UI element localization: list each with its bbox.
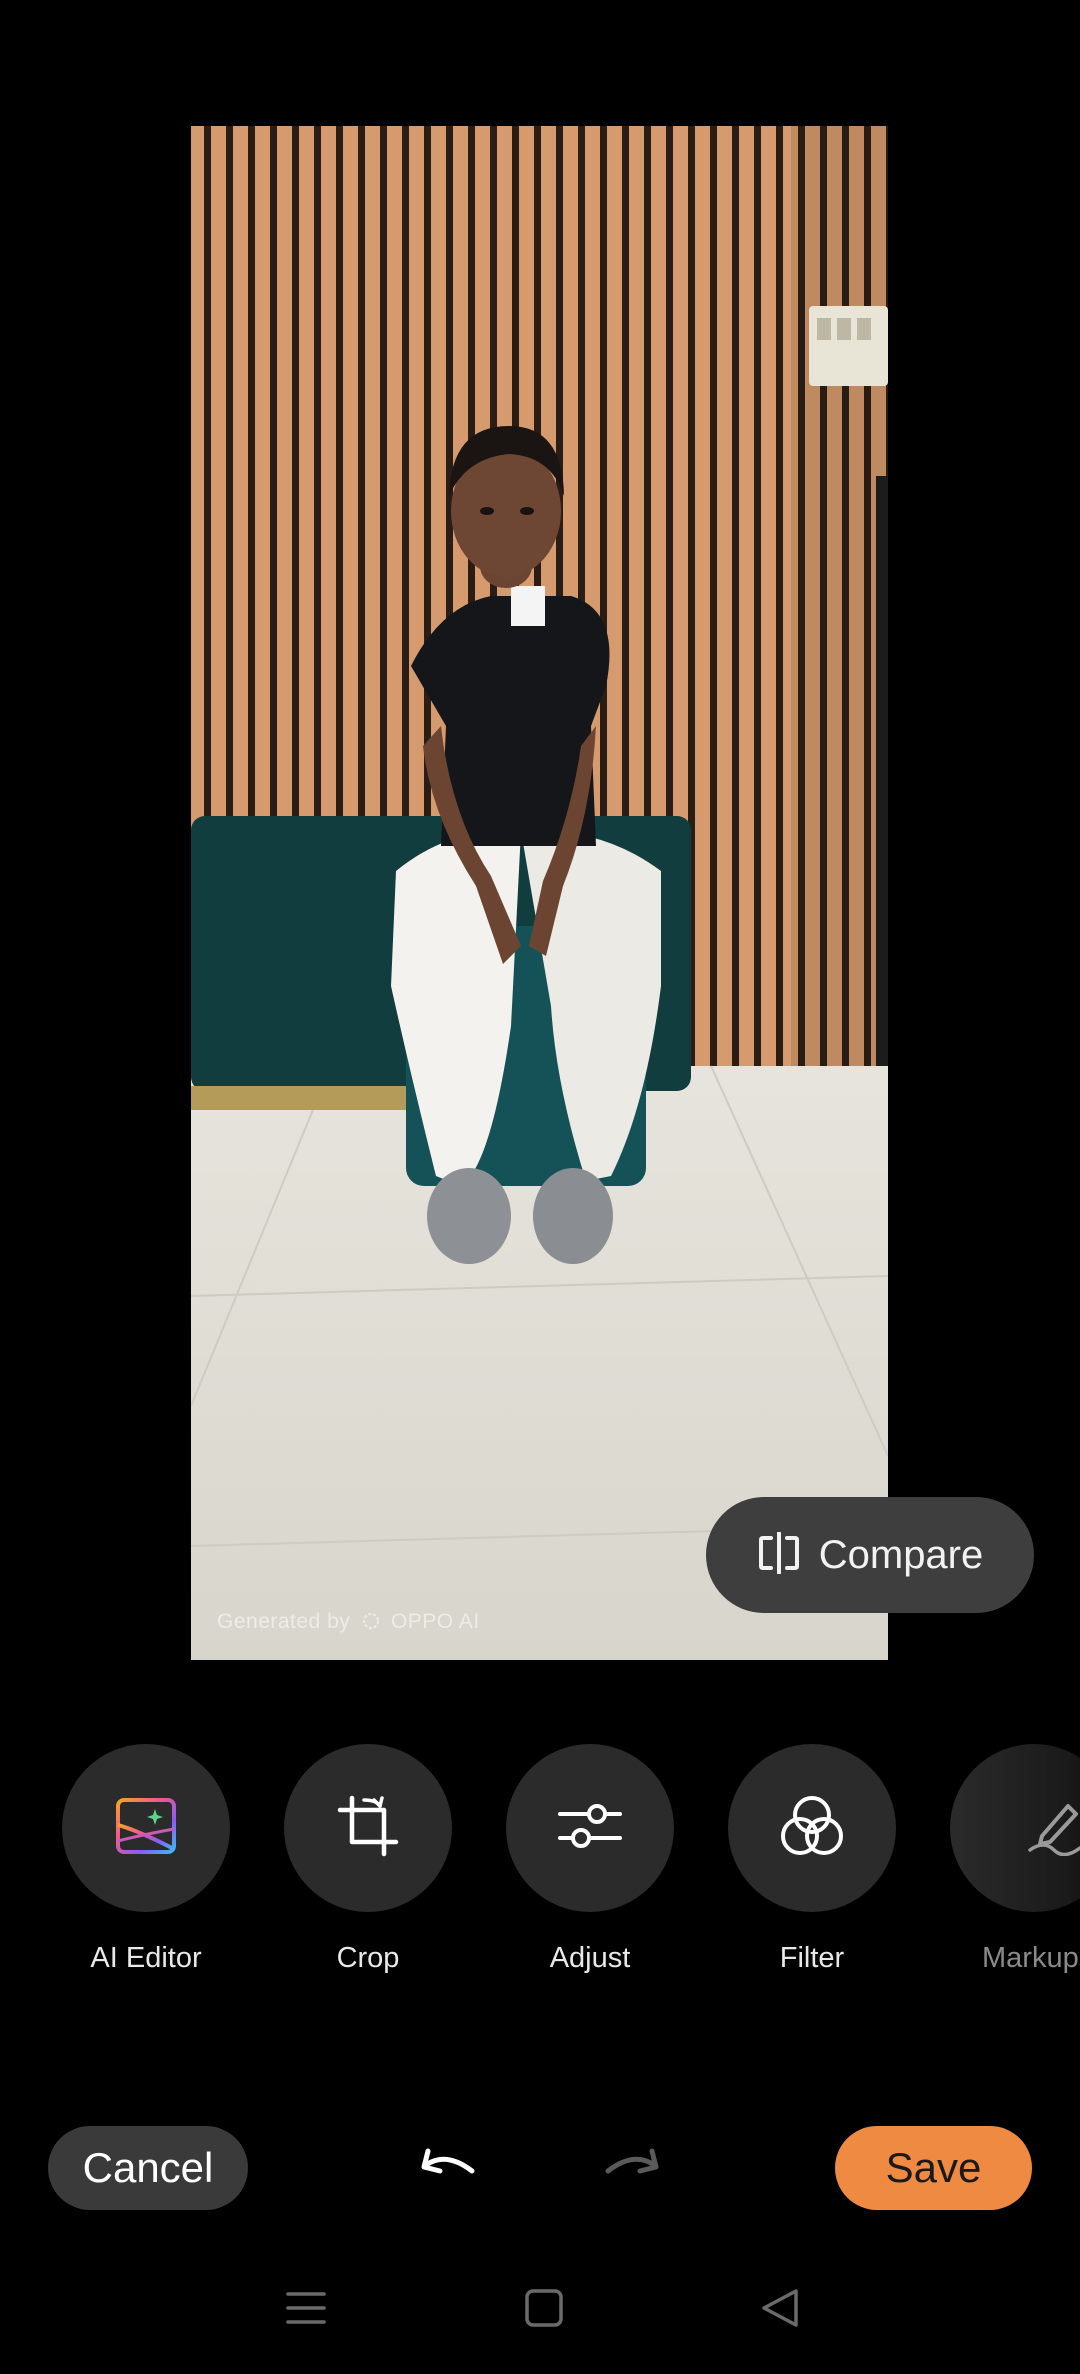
compare-label: Compare xyxy=(818,1532,984,1577)
save-button[interactable]: Save xyxy=(835,2126,1032,2210)
tool-adjust[interactable]: Adjust xyxy=(506,1744,674,1975)
redo-icon xyxy=(602,2147,664,2194)
tool-adjust-circle[interactable] xyxy=(506,1744,674,1912)
home-square-icon xyxy=(524,2288,564,2333)
filter-circles-icon xyxy=(779,1794,845,1863)
edited-photo[interactable]: Generated by OPPO AI xyxy=(191,126,888,1660)
nav-back-button[interactable] xyxy=(756,2286,804,2334)
crop-icon xyxy=(336,1794,400,1863)
pen-icon xyxy=(1024,1796,1080,1861)
compare-split-icon xyxy=(757,1530,801,1579)
tool-label: AI Editor xyxy=(90,1942,202,1974)
menu-icon xyxy=(286,2290,326,2331)
tool-filter[interactable]: Filter xyxy=(728,1744,896,1975)
tool-ai-editor[interactable]: AI Editor xyxy=(62,1744,230,1975)
nav-home-button[interactable] xyxy=(520,2286,568,2334)
oppo-ai-logo-icon xyxy=(361,1611,381,1631)
tool-ai-editor-circle[interactable] xyxy=(62,1744,230,1912)
tool-filter-circle[interactable] xyxy=(728,1744,896,1912)
compare-button[interactable]: Compare xyxy=(706,1497,1034,1613)
redo-button[interactable] xyxy=(598,2140,668,2200)
undo-icon xyxy=(416,2147,478,2194)
undo-button[interactable] xyxy=(412,2140,482,2200)
tool-label: Crop xyxy=(336,1942,400,1974)
tool-crop-circle[interactable] xyxy=(284,1744,452,1912)
watermark-prefix: Generated by xyxy=(217,1610,351,1633)
tool-label: Filter xyxy=(779,1942,845,1974)
ai-editor-icon xyxy=(115,1797,177,1860)
tool-markup[interactable]: Markup xyxy=(950,1744,1080,1975)
tool-crop[interactable]: Crop xyxy=(284,1744,452,1975)
cancel-button[interactable]: Cancel xyxy=(48,2126,248,2210)
back-triangle-icon xyxy=(760,2287,800,2334)
watermark-brand: OPPO AI xyxy=(390,1610,480,1633)
tool-label: Markup xyxy=(982,1942,1079,1974)
photo-watermark: Generated by OPPO AI xyxy=(217,1610,480,1634)
sliders-icon xyxy=(557,1801,623,1856)
tool-label: Adjust xyxy=(549,1942,631,1974)
tool-markup-circle[interactable] xyxy=(950,1744,1080,1912)
nav-menu-button[interactable] xyxy=(282,2286,330,2334)
